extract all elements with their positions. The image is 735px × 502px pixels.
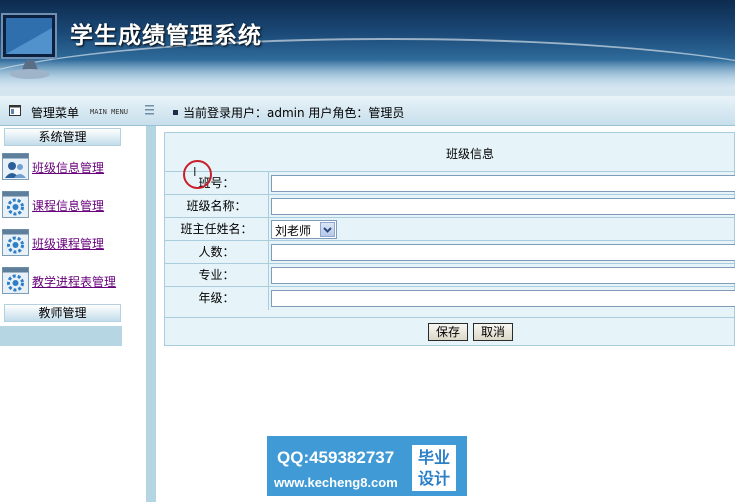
form-row-class-name: 班级名称： — [165, 194, 735, 218]
menu-lines-icon[interactable] — [145, 104, 154, 116]
sidebar: 系统管理 班级信息管理 课程信息管理 班级课程管理 教学进程表管理 教师管理 — [0, 126, 122, 502]
gear-icon — [2, 229, 29, 256]
watermark-qq: QQ:459382737 — [277, 448, 395, 467]
major-input[interactable] — [271, 267, 735, 284]
monitor-icon — [1, 13, 57, 79]
watermark-badge: 毕业 设计 — [412, 445, 456, 491]
form-row-head-teacher: 班主任姓名： 刘老师 — [165, 217, 735, 241]
gear-icon — [2, 191, 29, 218]
sidebar-item-label[interactable]: 课程信息管理 — [32, 197, 104, 214]
sidebar-item-label[interactable]: 班级课程管理 — [32, 235, 104, 252]
header-swoosh-decoration — [0, 60, 735, 96]
menu-title: 管理菜单 — [31, 106, 80, 120]
window-icon — [9, 105, 21, 116]
field-label: 班主任姓名： — [165, 218, 269, 241]
sidebar-item-label[interactable]: 教学进程表管理 — [32, 273, 116, 290]
people-icon — [2, 153, 29, 180]
field-label: 班号： — [165, 172, 269, 195]
form-row-grade: 年级： — [165, 286, 735, 310]
sidebar-item-course-info[interactable]: 课程信息管理 — [2, 191, 120, 221]
form-button-row: 保存 取消 — [165, 317, 735, 348]
sidebar-divider — [146, 126, 156, 502]
field-label: 年级： — [165, 287, 269, 310]
class-number-input[interactable] — [271, 175, 735, 192]
save-button[interactable]: 保存 — [428, 323, 468, 341]
watermark-banner: QQ:459382737 www.kecheng8.com 毕业 设计 — [267, 436, 467, 496]
gear-icon — [2, 267, 29, 294]
current-user-info: 当前登录用户：admin 用户角色：管理员 — [183, 106, 405, 120]
sidebar-section-teacher[interactable]: 教师管理 — [4, 304, 121, 322]
field-label: 班级名称： — [165, 195, 269, 218]
menu-bar: 管理菜单 MAIN MENU 当前登录用户：admin 用户角色：管理员 — [0, 96, 735, 126]
field-label: 专业： — [165, 264, 269, 287]
form-caption: 班级信息 — [445, 147, 494, 161]
watermark-badge-line1: 毕业 — [417, 448, 450, 467]
cancel-button[interactable]: 取消 — [473, 323, 513, 341]
class-info-form: 班级信息 班号： 班级名称： 班主任姓名： 刘老师 人数： 专业： 年级： 保存… — [164, 132, 735, 346]
grade-input[interactable] — [271, 290, 735, 307]
watermark-url: www.kecheng8.com — [274, 475, 398, 490]
head-teacher-select[interactable]: 刘老师 — [271, 220, 337, 239]
text-cursor-icon: I — [193, 165, 197, 179]
class-name-input[interactable] — [271, 198, 735, 215]
header-banner: 学生成绩管理系统 — [0, 0, 735, 96]
menu-subtitle: MAIN MENU — [90, 108, 128, 116]
sidebar-item-class-course[interactable]: 班级课程管理 — [2, 229, 120, 259]
click-indicator-circle — [183, 160, 212, 189]
chevron-down-icon[interactable] — [320, 222, 335, 237]
form-row-major: 专业： — [165, 263, 735, 287]
sidebar-item-teaching-schedule[interactable]: 教学进程表管理 — [2, 267, 120, 297]
field-label: 人数： — [165, 241, 269, 264]
bullet-icon — [173, 110, 178, 115]
sidebar-section-system[interactable]: 系统管理 — [4, 128, 121, 146]
watermark-badge-line2: 设计 — [417, 469, 450, 488]
sidebar-item-label[interactable]: 班级信息管理 — [32, 159, 104, 176]
sidebar-footer-bar — [0, 326, 122, 346]
form-row-class-number: 班号： — [165, 171, 735, 195]
app-title: 学生成绩管理系统 — [70, 23, 262, 49]
select-value: 刘老师 — [275, 224, 312, 238]
sidebar-item-class-info[interactable]: 班级信息管理 — [2, 153, 120, 183]
form-row-headcount: 人数： — [165, 240, 735, 264]
headcount-input[interactable] — [271, 244, 735, 261]
